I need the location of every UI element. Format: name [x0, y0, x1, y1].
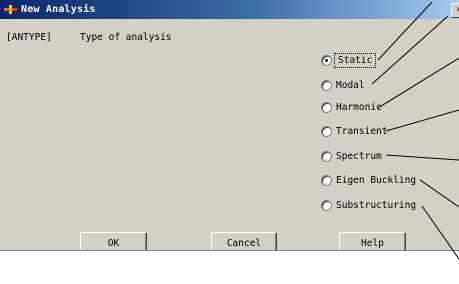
new-analysis-dialog: New Analysis × [ANTYPE] Type of analysis… [0, 0, 459, 251]
radio-label: Modal [336, 79, 365, 91]
radio-unchecked-icon[interactable] [321, 174, 332, 186]
window-title: New Analysis [21, 4, 96, 15]
radio-unchecked-icon[interactable] [321, 79, 332, 91]
radio-unchecked-icon[interactable] [321, 125, 332, 137]
command-label: [ANTYPE] [6, 32, 52, 43]
radio-unchecked-icon[interactable] [321, 101, 332, 113]
radio-eigen-buckling[interactable]: Eigen Buckling [321, 173, 416, 187]
command-description: Type of analysis [80, 32, 172, 43]
radio-label: Harmonic [336, 101, 382, 113]
radio-label: Eigen Buckling [336, 174, 417, 186]
radio-static[interactable]: Static [321, 52, 377, 68]
radio-unchecked-icon[interactable] [321, 150, 332, 162]
radio-spectrum[interactable]: Spectrum [321, 149, 382, 163]
radio-label: Spectrum [336, 150, 382, 162]
radio-substructuring[interactable]: Substructuring [321, 198, 416, 212]
radio-transient[interactable]: Transient [321, 124, 387, 138]
radio-unchecked-icon[interactable] [321, 199, 332, 211]
radio-label: Substructuring [336, 199, 417, 211]
title-bar[interactable]: New Analysis × [0, 0, 459, 19]
ok-button[interactable]: OK [80, 232, 147, 250]
radio-label: Static [333, 52, 377, 68]
radio-modal[interactable]: Modal [321, 78, 365, 92]
close-button[interactable]: × [451, 3, 459, 18]
app-icon [4, 5, 17, 14]
radio-label: Transient [336, 125, 388, 137]
radio-checked-icon[interactable] [321, 54, 332, 66]
help-button[interactable]: Help [339, 232, 406, 250]
radio-harmonic[interactable]: Harmonic [321, 100, 382, 114]
cancel-button[interactable]: Cancel [211, 232, 277, 250]
